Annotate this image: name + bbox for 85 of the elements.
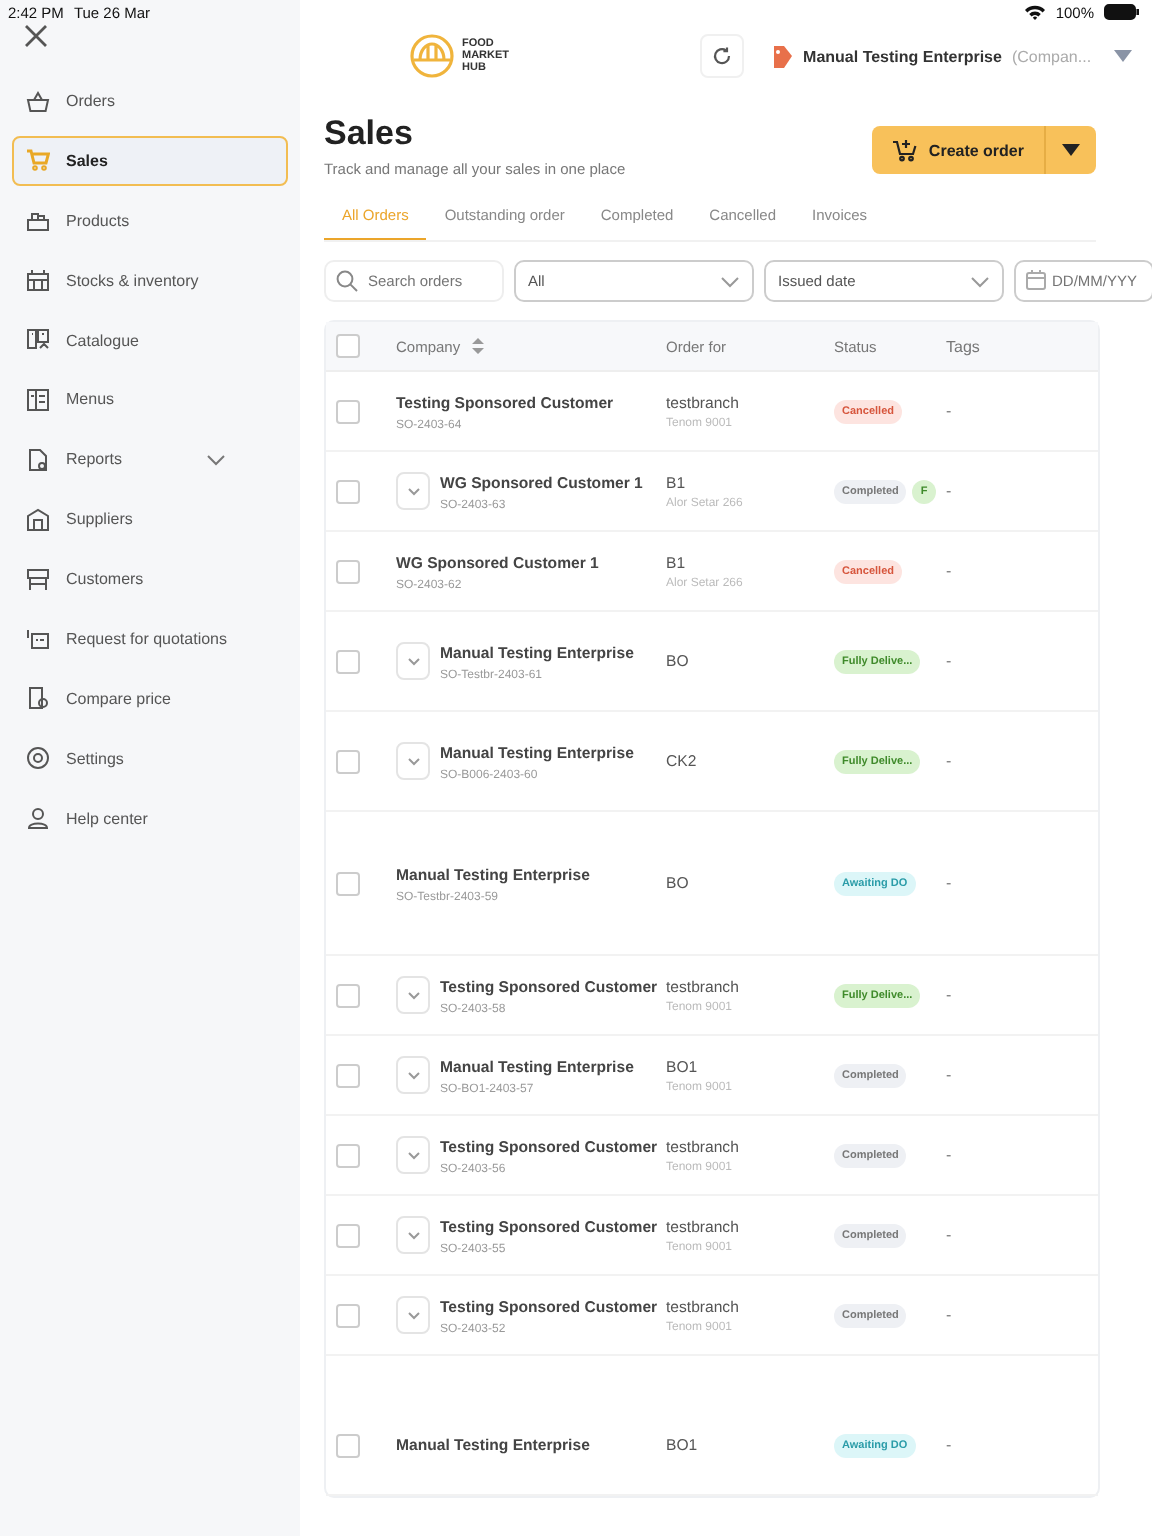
warehouse-icon (26, 268, 50, 293)
row-checkbox[interactable] (336, 749, 360, 773)
column-header: Tags (946, 337, 980, 355)
sidebar-item[interactable]: Reports (12, 434, 288, 485)
row-checkbox[interactable] (336, 479, 360, 503)
row-checkbox[interactable] (336, 649, 360, 673)
shop-icon (26, 567, 50, 592)
settings-icon (26, 746, 50, 771)
expand-button[interactable] (396, 742, 430, 780)
row-checkbox[interactable] (336, 1223, 360, 1247)
sidebar-item[interactable]: Sales (12, 135, 288, 186)
caret-icon (1062, 144, 1080, 156)
expand-button[interactable] (396, 1296, 430, 1334)
select-all-checkbox[interactable] (336, 334, 360, 358)
create-options-button[interactable] (1044, 126, 1096, 174)
wifi-icon (1023, 4, 1046, 20)
company-selector[interactable]: Manual Testing Enterprise (Compan... (755, 30, 1144, 82)
sidebar-item[interactable]: Compare price (12, 673, 288, 724)
catalogue-icon (26, 328, 50, 353)
sidebar-item[interactable]: Suppliers (12, 494, 288, 545)
expand-button[interactable] (396, 472, 430, 510)
refresh-button[interactable] (699, 34, 744, 78)
sidebar-item[interactable]: Request for quotations (12, 614, 288, 665)
tags-value: - (946, 1436, 952, 1454)
sidebar-item[interactable]: Orders (12, 76, 288, 126)
sidebar-item[interactable]: Stocks & inventory (12, 255, 288, 306)
row-checkbox[interactable] (336, 983, 360, 1007)
tags-value: - (946, 874, 952, 892)
tags-value: - (946, 1066, 952, 1084)
chevron-down-icon (407, 757, 419, 765)
chevron-down-icon (407, 487, 419, 495)
tags-value: - (946, 652, 952, 670)
create-order-button[interactable]: Create order (872, 126, 1044, 174)
tags-value: - (946, 1146, 952, 1164)
sidebar-item[interactable]: Menus (12, 374, 288, 425)
chevron-down-icon (407, 1071, 419, 1079)
chevron-down-icon (407, 1231, 419, 1239)
logo-icon (410, 34, 454, 78)
chevron-down-icon (720, 275, 740, 287)
page-title: Sales (324, 114, 415, 154)
chevron-down-icon (407, 1311, 419, 1319)
expand-button[interactable] (396, 1056, 430, 1094)
battery-icon (1104, 4, 1140, 20)
expand-button[interactable] (396, 642, 430, 680)
chevron-down-icon (407, 1151, 419, 1159)
tags-value: - (946, 1226, 952, 1244)
tags-value: - (946, 752, 952, 770)
chevron-down-icon (407, 991, 419, 999)
basket-icon (26, 89, 50, 113)
cart-icon (892, 138, 919, 162)
sidebar-item[interactable]: Catalogue (12, 315, 288, 366)
expand-button[interactable] (396, 1216, 430, 1254)
store-icon (26, 507, 50, 532)
chevron-down-icon (206, 453, 226, 466)
sort-icon[interactable] (472, 338, 485, 354)
tags-value: - (946, 402, 952, 420)
row-checkbox[interactable] (336, 1433, 360, 1457)
row-checkbox[interactable] (336, 399, 360, 423)
row-checkbox[interactable] (336, 1143, 360, 1167)
search-icon (336, 270, 358, 292)
refresh-icon (711, 46, 732, 66)
sidebar-item[interactable]: Products (12, 195, 288, 246)
sidebar-item[interactable]: Customers (12, 554, 288, 605)
chevron-down-icon (970, 275, 990, 287)
help-icon (26, 806, 50, 831)
row-checkbox[interactable] (336, 1063, 360, 1087)
caret-icon (1114, 50, 1132, 62)
document-icon (26, 447, 50, 472)
tags-value: - (946, 1306, 952, 1324)
chevron-down-icon (407, 657, 419, 665)
row-checkbox[interactable] (336, 871, 360, 895)
sidebar-item[interactable]: Help center (12, 793, 288, 844)
expand-button[interactable] (396, 976, 430, 1014)
menu-book-icon (26, 387, 50, 412)
row-checkbox[interactable] (336, 1303, 360, 1327)
sidebar-item[interactable]: Settings (12, 733, 288, 784)
box-icon (26, 208, 50, 233)
cart-icon (26, 148, 50, 173)
expand-button[interactable] (396, 1136, 430, 1174)
row-checkbox[interactable] (336, 559, 360, 583)
close-icon[interactable] (24, 24, 48, 48)
calendar-icon (1026, 270, 1046, 290)
tags-value: - (946, 986, 952, 1004)
tags-value: - (946, 482, 952, 500)
tags-value: - (946, 562, 952, 580)
